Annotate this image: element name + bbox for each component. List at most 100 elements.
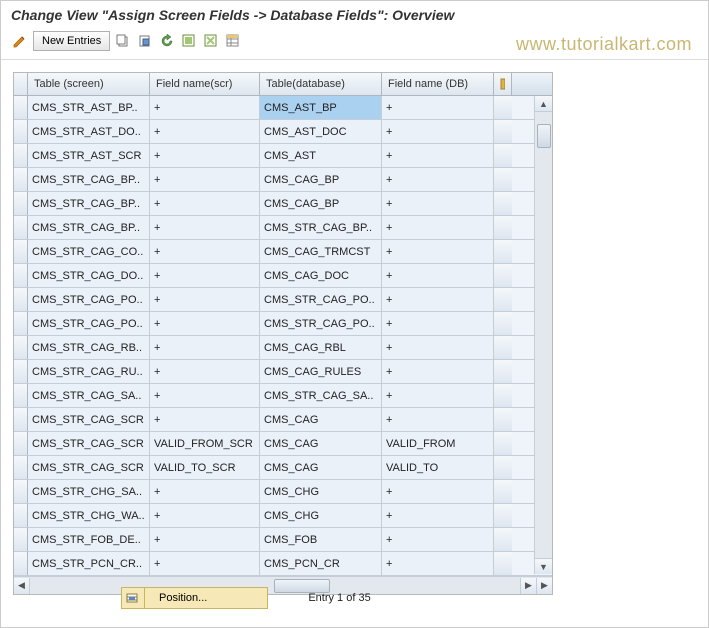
table-cell[interactable]: CMS_AST	[260, 144, 382, 167]
table-cell[interactable]: +	[382, 240, 494, 263]
table-cell[interactable]: +	[150, 288, 260, 311]
table-cell[interactable]: +	[382, 288, 494, 311]
table-cell[interactable]: +	[382, 360, 494, 383]
table-cell[interactable]: +	[150, 168, 260, 191]
table-cell[interactable]: +	[382, 384, 494, 407]
table-cell[interactable]: VALID_TO_SCR	[150, 456, 260, 479]
table-cell[interactable]: CMS_STR_CHG_WA..	[28, 504, 150, 527]
position-button[interactable]: Position...	[121, 587, 268, 609]
table-cell[interactable]: +	[150, 480, 260, 503]
table-cell[interactable]: CMS_CHG	[260, 480, 382, 503]
toggle-change-icon[interactable]	[11, 32, 29, 50]
row-selector[interactable]	[14, 288, 28, 311]
table-cell[interactable]: +	[382, 264, 494, 287]
table-cell[interactable]: +	[150, 216, 260, 239]
row-selector[interactable]	[14, 96, 28, 119]
table-cell[interactable]: +	[150, 528, 260, 551]
table-cell[interactable]: +	[150, 240, 260, 263]
table-cell[interactable]: CMS_STR_CAG_RB..	[28, 336, 150, 359]
table-cell[interactable]: CMS_STR_CAG_CO..	[28, 240, 150, 263]
row-selector[interactable]	[14, 144, 28, 167]
table-cell[interactable]: CMS_FOB	[260, 528, 382, 551]
row-selector[interactable]	[14, 192, 28, 215]
table-cell[interactable]: CMS_STR_CAG_SCR	[28, 432, 150, 455]
table-cell[interactable]: +	[382, 408, 494, 431]
table-cell[interactable]: CMS_STR_CAG_BP..	[28, 192, 150, 215]
table-cell[interactable]: CMS_STR_PCN_CR..	[28, 552, 150, 575]
col-header-field-scr[interactable]: Field name(scr)	[150, 73, 260, 95]
table-cell[interactable]: CMS_STR_AST_SCR	[28, 144, 150, 167]
table-cell[interactable]: +	[150, 552, 260, 575]
row-selector[interactable]	[14, 432, 28, 455]
vertical-scrollbar[interactable]: ▲ ▼	[534, 96, 552, 574]
table-cell[interactable]: CMS_STR_CAG_SA..	[260, 384, 382, 407]
table-cell[interactable]: +	[382, 96, 494, 119]
table-cell[interactable]: CMS_CAG_RBL	[260, 336, 382, 359]
table-cell[interactable]: CMS_STR_CAG_RU..	[28, 360, 150, 383]
table-cell[interactable]: CMS_CAG_BP	[260, 168, 382, 191]
table-cell[interactable]: +	[382, 216, 494, 239]
row-selector[interactable]	[14, 264, 28, 287]
scroll-down-icon[interactable]: ▼	[535, 558, 552, 574]
select-all-icon[interactable]	[180, 32, 198, 50]
table-cell[interactable]: +	[382, 480, 494, 503]
new-entries-button[interactable]: New Entries	[33, 31, 110, 51]
table-cell[interactable]: CMS_CAG	[260, 456, 382, 479]
table-cell[interactable]: CMS_CHG	[260, 504, 382, 527]
row-selector[interactable]	[14, 408, 28, 431]
table-cell[interactable]: VALID_FROM_SCR	[150, 432, 260, 455]
row-selector[interactable]	[14, 456, 28, 479]
table-cell[interactable]: +	[150, 120, 260, 143]
table-cell[interactable]: +	[150, 144, 260, 167]
table-cell[interactable]: CMS_CAG_RULES	[260, 360, 382, 383]
table-cell[interactable]: +	[382, 168, 494, 191]
table-cell[interactable]: CMS_STR_CAG_SCR	[28, 456, 150, 479]
table-cell[interactable]: CMS_STR_CAG_DO..	[28, 264, 150, 287]
table-cell[interactable]: +	[150, 312, 260, 335]
row-selector[interactable]	[14, 552, 28, 575]
table-cell[interactable]: VALID_FROM	[382, 432, 494, 455]
table-cell[interactable]: +	[150, 336, 260, 359]
row-selector[interactable]	[14, 360, 28, 383]
row-selector[interactable]	[14, 480, 28, 503]
table-cell[interactable]: CMS_STR_CHG_SA..	[28, 480, 150, 503]
table-view-icon[interactable]	[224, 32, 242, 50]
table-cell[interactable]: +	[382, 336, 494, 359]
table-cell[interactable]: CMS_STR_CAG_SA..	[28, 384, 150, 407]
row-selector[interactable]	[14, 120, 28, 143]
table-cell[interactable]: CMS_STR_CAG_PO..	[28, 312, 150, 335]
scroll-up-icon[interactable]: ▲	[535, 96, 552, 112]
col-header-table-db[interactable]: Table(database)	[260, 73, 382, 95]
table-cell[interactable]: CMS_STR_AST_BP..	[28, 96, 150, 119]
table-cell[interactable]: +	[150, 504, 260, 527]
table-cell[interactable]: CMS_AST_DOC	[260, 120, 382, 143]
table-cell[interactable]: CMS_CAG	[260, 432, 382, 455]
vscroll-thumb[interactable]	[537, 124, 551, 148]
table-cell[interactable]: +	[382, 552, 494, 575]
table-cell[interactable]: CMS_STR_FOB_DE..	[28, 528, 150, 551]
table-cell[interactable]: CMS_PCN_CR	[260, 552, 382, 575]
row-selector[interactable]	[14, 528, 28, 551]
table-cell[interactable]: CMS_STR_CAG_PO..	[260, 288, 382, 311]
row-selector[interactable]	[14, 168, 28, 191]
table-cell[interactable]: +	[382, 504, 494, 527]
table-cell[interactable]: CMS_STR_CAG_SCR	[28, 408, 150, 431]
table-cell[interactable]: CMS_STR_CAG_BP..	[260, 216, 382, 239]
table-cell[interactable]: CMS_CAG_DOC	[260, 264, 382, 287]
copy-icon[interactable]	[114, 32, 132, 50]
row-selector[interactable]	[14, 336, 28, 359]
table-cell[interactable]: CMS_STR_CAG_BP..	[28, 168, 150, 191]
table-cell[interactable]: CMS_STR_CAG_PO..	[260, 312, 382, 335]
row-selector[interactable]	[14, 216, 28, 239]
table-cell[interactable]: CMS_CAG_TRMCST	[260, 240, 382, 263]
table-cell[interactable]: CMS_CAG	[260, 408, 382, 431]
col-header-table-screen[interactable]: Table (screen)	[28, 73, 150, 95]
table-cell[interactable]: +	[382, 120, 494, 143]
row-selector[interactable]	[14, 312, 28, 335]
table-cell[interactable]: +	[150, 408, 260, 431]
table-cell[interactable]: +	[150, 96, 260, 119]
table-cell[interactable]: +	[382, 192, 494, 215]
deselect-all-icon[interactable]	[202, 32, 220, 50]
configure-columns-icon[interactable]	[494, 73, 512, 95]
col-header-field-db[interactable]: Field name (DB)	[382, 73, 494, 95]
